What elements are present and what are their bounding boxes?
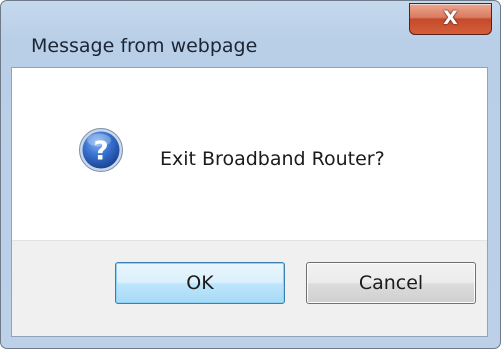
dialog-title: Message from webpage xyxy=(31,35,258,57)
close-icon: X xyxy=(443,6,458,29)
dialog-titlebar[interactable]: Message from webpage X xyxy=(1,1,500,67)
message-area: ? Exit Broadband Router? xyxy=(12,68,487,240)
svg-text:?: ? xyxy=(93,137,108,167)
ok-button[interactable]: OK xyxy=(115,262,285,304)
question-icon: ? xyxy=(79,128,123,172)
cancel-button[interactable]: Cancel xyxy=(306,262,476,304)
close-button[interactable]: X xyxy=(409,3,492,35)
message-dialog: Message from webpage X ? Exit Broadband … xyxy=(0,0,501,349)
message-text: Exit Broadband Router? xyxy=(160,148,385,170)
